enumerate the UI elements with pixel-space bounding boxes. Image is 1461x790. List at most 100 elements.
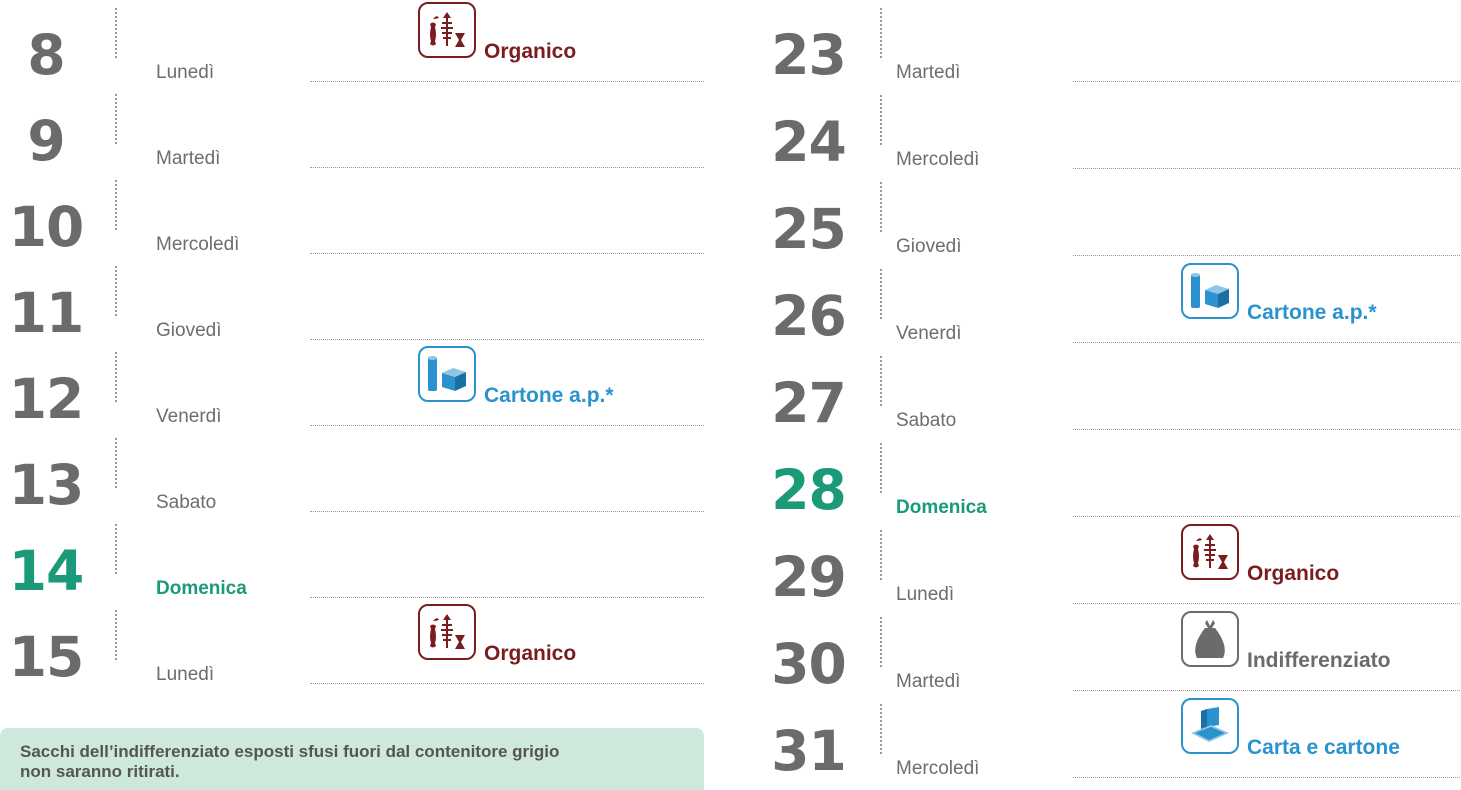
dotted-separator [880,182,882,232]
day-number: 26 [771,284,847,348]
dotted-line [310,597,704,598]
day-row: 10 Mercoledì [0,172,710,258]
collection-badge: Cartone a.p.* [1181,261,1461,347]
collection-badge: Organico [418,602,708,688]
dotted-separator [880,269,882,319]
day-row: 27 Sabato [750,348,1460,434]
day-number: 8 [27,23,65,87]
day-number: 10 [8,195,85,259]
dotted-separator [880,617,882,667]
organic-waste-icon [1181,524,1239,580]
day-number: 11 [8,281,85,345]
weekday-label: Domenica [896,497,987,518]
collection-label: Organico [484,40,577,63]
day-row: 11 Giovedì [0,258,710,344]
day-row: 12 Venerdì Cartone a.p.* [0,344,710,430]
dotted-separator [880,95,882,145]
calendar-left-column: 8 Lunedì Organico 9 Martedì 10 Mercoledì… [0,0,710,790]
weekday-label: Martedì [896,671,961,692]
day-row: 8 Lunedì Organico [0,0,710,86]
day-number: 12 [8,367,85,431]
dotted-separator [115,266,117,316]
weekday-label: Mercoledì [156,234,240,255]
collection-badge: Organico [1181,522,1461,608]
day-number: 9 [27,109,65,173]
dotted-line [1073,81,1460,82]
day-row: 24 Mercoledì [750,87,1460,173]
dotted-separator [115,352,117,402]
day-row: 31 Mercoledì Carta e cartone [750,696,1460,782]
dotted-separator [115,610,117,660]
dotted-line [310,167,704,168]
weekday-label: Giovedì [896,236,962,257]
notice-line: Sacchi dell’indifferenziato esposti sfus… [20,742,560,761]
collection-badge: Indifferenziato [1181,609,1461,695]
day-number: 25 [771,197,847,261]
day-number: 28 [771,458,847,522]
dotted-separator [880,8,882,58]
day-row: 23 Martedì [750,0,1460,86]
dotted-line [310,339,704,340]
weekday-label: Lunedì [896,584,955,605]
weekday-label: Domenica [156,578,247,599]
weekday-label: Sabato [156,492,217,513]
paper-cardboard-icon [1181,698,1239,754]
dotted-line [1073,255,1460,256]
day-number: 27 [771,371,847,435]
collection-label: Organico [484,642,577,665]
weekday-label: Mercoledì [896,758,980,779]
collection-badge: Carta e cartone [1181,696,1461,782]
calendar-right-column: 23 Martedì 24 Mercoledì 25 Giovedì 26 Ve… [750,0,1460,790]
day-row: 30 Martedì Indifferenziato [750,609,1460,695]
dotted-separator [115,94,117,144]
notice-box: Sacchi dell’indifferenziato esposti sfus… [0,728,704,790]
day-number: 14 [8,539,85,603]
day-row: 9 Martedì [0,86,710,172]
day-row: 15 Lunedì Organico [0,602,710,688]
trash-bag-icon [1181,611,1239,667]
collection-label: Organico [1247,562,1340,585]
packaging-cardboard-icon [1181,263,1239,319]
collection-label: Indifferenziato [1247,649,1391,672]
weekday-label: Mercoledì [896,149,980,170]
dotted-line [1073,168,1460,169]
dotted-separator [115,180,117,230]
collection-badge: Cartone a.p.* [418,344,708,430]
dotted-separator [880,530,882,580]
day-number: 13 [8,453,85,517]
weekday-label: Venerdì [896,323,962,344]
day-row: 25 Giovedì [750,174,1460,260]
weekday-label: Martedì [896,62,961,83]
dotted-separator [115,8,117,58]
dotted-separator [115,524,117,574]
weekday-label: Venerdì [156,406,222,427]
organic-waste-icon [418,2,476,58]
day-number: 23 [771,23,847,87]
day-number: 15 [8,625,85,689]
dotted-separator [880,356,882,406]
dotted-line [1073,429,1460,430]
collection-badge: Organico [418,0,708,86]
day-row: 28 Domenica [750,435,1460,521]
packaging-cardboard-icon [418,346,476,402]
dotted-separator [115,438,117,488]
day-number: 24 [771,110,847,174]
collection-label: Carta e cartone [1247,736,1400,759]
day-row: 13 Sabato [0,430,710,516]
collection-label: Cartone a.p.* [1247,301,1377,324]
dotted-line [1073,516,1460,517]
day-number: 29 [771,545,847,609]
weekday-label: Lunedì [156,62,215,83]
day-number: 30 [771,632,847,696]
weekday-label: Lunedì [156,664,215,685]
day-number: 31 [771,719,847,783]
collection-label: Cartone a.p.* [484,384,614,407]
weekday-label: Giovedì [156,320,222,341]
organic-waste-icon [418,604,476,660]
weekday-label: Martedì [156,148,221,169]
dotted-separator [880,443,882,493]
day-row: 26 Venerdì Cartone a.p.* [750,261,1460,347]
weekday-label: Sabato [896,410,957,431]
notice-line: non saranno ritirati. [20,762,180,781]
dotted-line [310,253,704,254]
